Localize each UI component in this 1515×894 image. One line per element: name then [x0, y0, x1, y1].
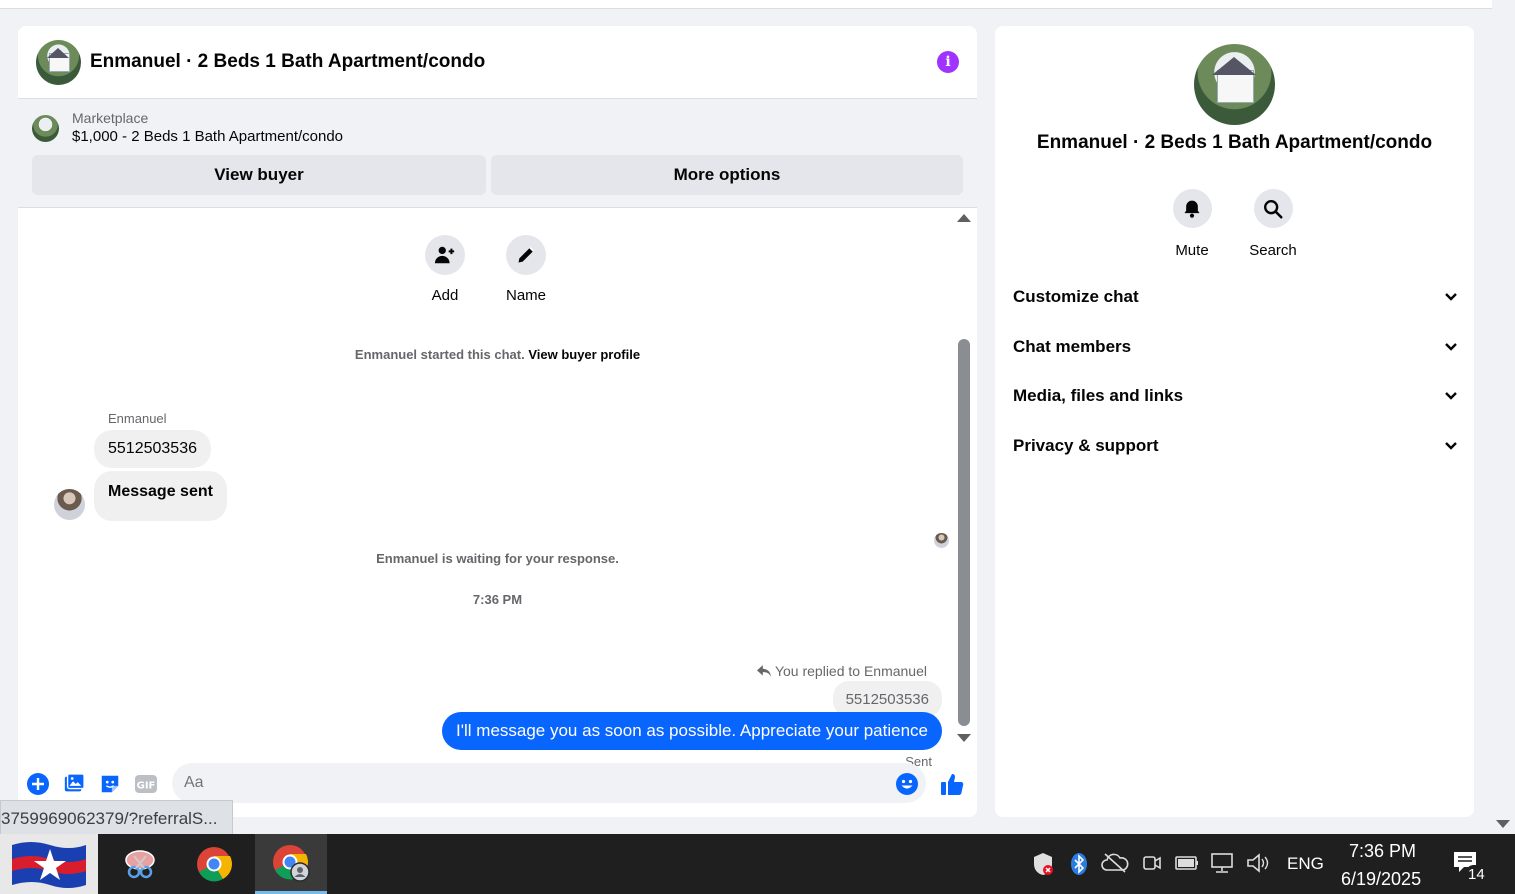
clock-time[interactable]: 7:36 PM: [1349, 841, 1416, 862]
chat-header: Enmanuel · 2 Beds 1 Bath Apartment/condo…: [18, 26, 977, 99]
emoji-icon[interactable]: [895, 772, 919, 801]
view-buyer-profile-link[interactable]: View buyer profile: [528, 347, 640, 362]
network-icon[interactable]: [1210, 852, 1236, 879]
conversation-title: Enmanuel · 2 Beds 1 Bath Apartment/condo: [1036, 132, 1433, 153]
sticker-icon[interactable]: [98, 772, 122, 796]
message-input[interactable]: [172, 763, 926, 803]
add-action[interactable]: Add: [415, 235, 475, 304]
chat-title[interactable]: Enmanuel · 2 Beds 1 Bath Apartment/condo: [90, 51, 937, 73]
section-label: Media, files and links: [1013, 386, 1184, 405]
conversation-info-panel: Enmanuel · 2 Beds 1 Bath Apartment/condo…: [995, 26, 1474, 817]
scrollbar-thumb[interactable]: [958, 339, 970, 726]
section-customize-chat[interactable]: Customize chat: [1013, 277, 1458, 317]
chevron-down-icon: [1445, 392, 1457, 400]
marketplace-banner: Marketplace $1,000 - 2 Beds 1 Bath Apart…: [18, 99, 977, 208]
section-label: Privacy & support: [1013, 436, 1159, 455]
listing-title[interactable]: $1,000 - 2 Beds 1 Bath Apartment/condo: [72, 127, 343, 147]
section-media-files-links[interactable]: Media, files and links: [1013, 376, 1458, 416]
link-status-bar: 3759969062379/?referralS...: [0, 800, 233, 834]
reply-indicator: You replied to Enmanuel: [756, 663, 927, 679]
chevron-down-icon: [1445, 442, 1457, 450]
plus-circle-icon[interactable]: [26, 772, 50, 796]
chat-panel: Enmanuel · 2 Beds 1 Bath Apartment/condo…: [18, 26, 977, 817]
view-buyer-button[interactable]: View buyer: [32, 155, 486, 195]
language-indicator[interactable]: ENG: [1287, 854, 1324, 874]
incoming-message[interactable]: 5512503536: [94, 430, 211, 468]
browser-top-strip: [0, 0, 1492, 9]
sender-name: Enmanuel: [108, 411, 167, 426]
section-label: Customize chat: [1013, 287, 1139, 306]
message-timestamp: 7:36 PM: [472, 592, 523, 607]
pencil-icon[interactable]: [506, 235, 546, 275]
photo-icon[interactable]: [62, 772, 86, 796]
scroll-up-arrow-icon[interactable]: [957, 214, 971, 222]
chat-avatar[interactable]: [36, 39, 81, 85]
replied-to-text: You replied to Enmanuel: [774, 663, 927, 679]
message-list: Add Name Enmanuel started this chat. Vie…: [18, 208, 977, 769]
camera-icon[interactable]: [1142, 852, 1162, 879]
section-label: Chat members: [1013, 337, 1132, 356]
scroll-down-arrow-icon[interactable]: [957, 734, 971, 742]
incoming-message[interactable]: Message sent: [94, 471, 227, 521]
waiting-notice: Enmanuel is waiting for your response.: [376, 551, 619, 566]
name-label: Name: [505, 287, 546, 304]
read-receipt-avatar: [934, 533, 949, 548]
section-chat-members[interactable]: Chat members: [1013, 327, 1458, 367]
notification-count-badge: 14: [1465, 865, 1488, 884]
outgoing-message[interactable]: I'll message you as soon as possible. Ap…: [442, 712, 942, 750]
search-icon[interactable]: [1253, 189, 1293, 228]
info-icon[interactable]: i: [937, 51, 959, 73]
mute-label: Mute: [1175, 242, 1209, 259]
volume-icon[interactable]: [1246, 852, 1272, 879]
onedrive-icon[interactable]: [1101, 852, 1129, 879]
scroll-down-arrow-icon[interactable]: [1496, 820, 1510, 828]
bell-icon[interactable]: [1172, 189, 1212, 228]
search-action[interactable]: Search: [1243, 189, 1303, 259]
reply-icon: [756, 665, 771, 677]
chrome-icon[interactable]: [184, 834, 244, 894]
conversation-avatar[interactable]: [1194, 44, 1275, 125]
security-shield-icon[interactable]: [1032, 852, 1054, 881]
start-flag-icon[interactable]: [0, 834, 98, 894]
chrome-profile-icon[interactable]: [255, 834, 327, 894]
thumbs-up-icon[interactable]: [940, 772, 964, 796]
search-label: Search: [1249, 242, 1297, 259]
chevron-down-icon: [1445, 343, 1457, 351]
sender-avatar[interactable]: [54, 489, 85, 520]
mute-action[interactable]: Mute: [1162, 189, 1222, 259]
svg-text:GIF: GIF: [137, 781, 156, 792]
add-person-icon[interactable]: [425, 235, 465, 275]
snipping-tool-icon[interactable]: [112, 834, 168, 894]
chat-started-notice: Enmanuel started this chat. View buyer p…: [18, 347, 977, 362]
more-options-button[interactable]: More options: [491, 155, 963, 195]
marketplace-label: Marketplace: [72, 110, 149, 126]
battery-icon[interactable]: [1175, 852, 1199, 879]
taskbar: ENG 7:36 PM 6/19/2025 14: [0, 834, 1515, 894]
clock-date[interactable]: 6/19/2025: [1341, 869, 1421, 890]
name-action[interactable]: Name: [496, 235, 556, 304]
chevron-down-icon: [1445, 293, 1457, 301]
message-scrollbar[interactable]: [957, 214, 971, 742]
gif-icon[interactable]: GIF: [134, 772, 158, 796]
listing-thumbnail[interactable]: [32, 114, 59, 142]
bluetooth-icon[interactable]: [1070, 852, 1088, 881]
page-scrollbar[interactable]: [1492, 0, 1515, 834]
section-privacy-support[interactable]: Privacy & support: [1013, 426, 1458, 466]
add-label: Add: [431, 287, 459, 304]
chat-started-text: Enmanuel started this chat.: [354, 347, 525, 362]
